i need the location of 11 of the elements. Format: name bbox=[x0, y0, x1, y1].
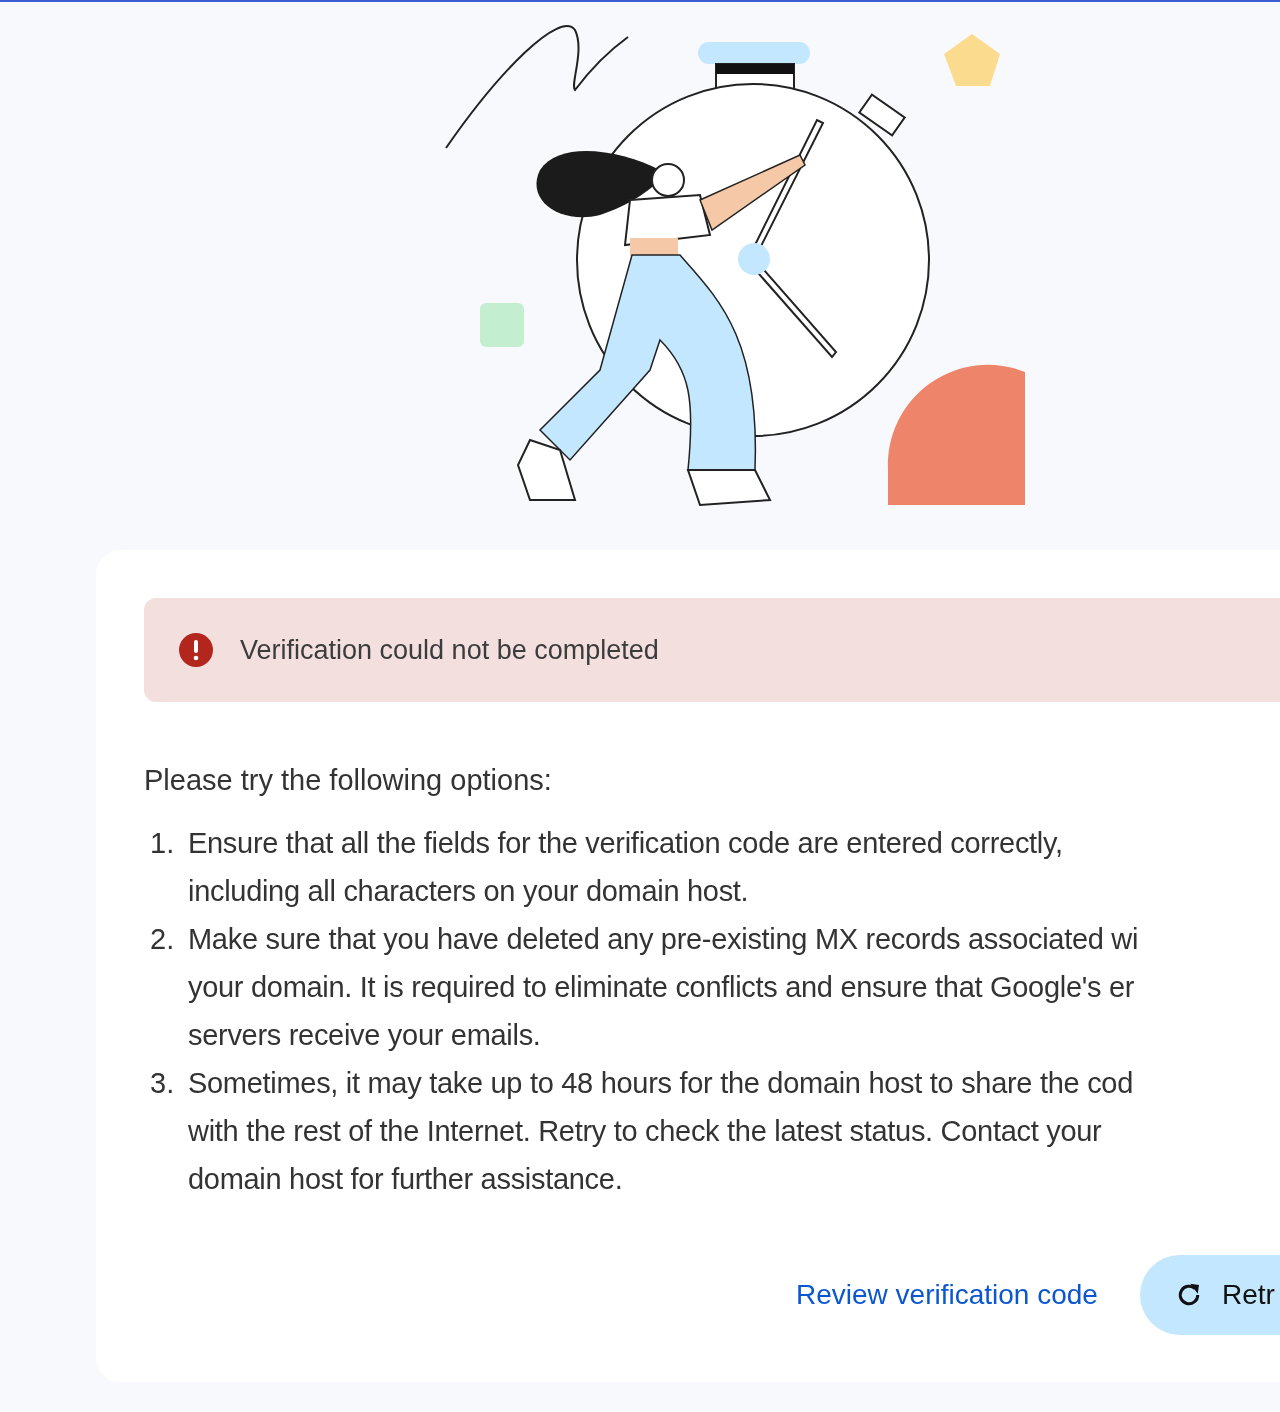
option-text: Sometimes, it may take up to 48 hours for the domain host to share the cod with the rest of the Internet. Retry to check the latest status. Contact your domain host for further assistance. bbox=[188, 1066, 1133, 1197]
review-code-link[interactable]: Review verification code bbox=[796, 1279, 1098, 1311]
error-icon bbox=[178, 632, 214, 668]
instructions-heading: Please try the following options: bbox=[144, 764, 553, 797]
list-number: 1. bbox=[149, 826, 176, 861]
list-number: 3. bbox=[149, 1066, 176, 1101]
list-number: 2. bbox=[149, 922, 176, 957]
option-text: Make sure that you have deleted any pre-existing MX records associated wi your domain. It is required to eliminate conflicts and ensure that Google's er servers receive your emails. bbox=[188, 922, 1139, 1053]
option-text: Ensure that all the fields for the verification code are entered correctly, including all characters on your domain host. bbox=[188, 826, 1063, 909]
retry-button[interactable]: Retr bbox=[1139, 1255, 1280, 1335]
error-message: Verification could not be completed bbox=[240, 634, 659, 666]
